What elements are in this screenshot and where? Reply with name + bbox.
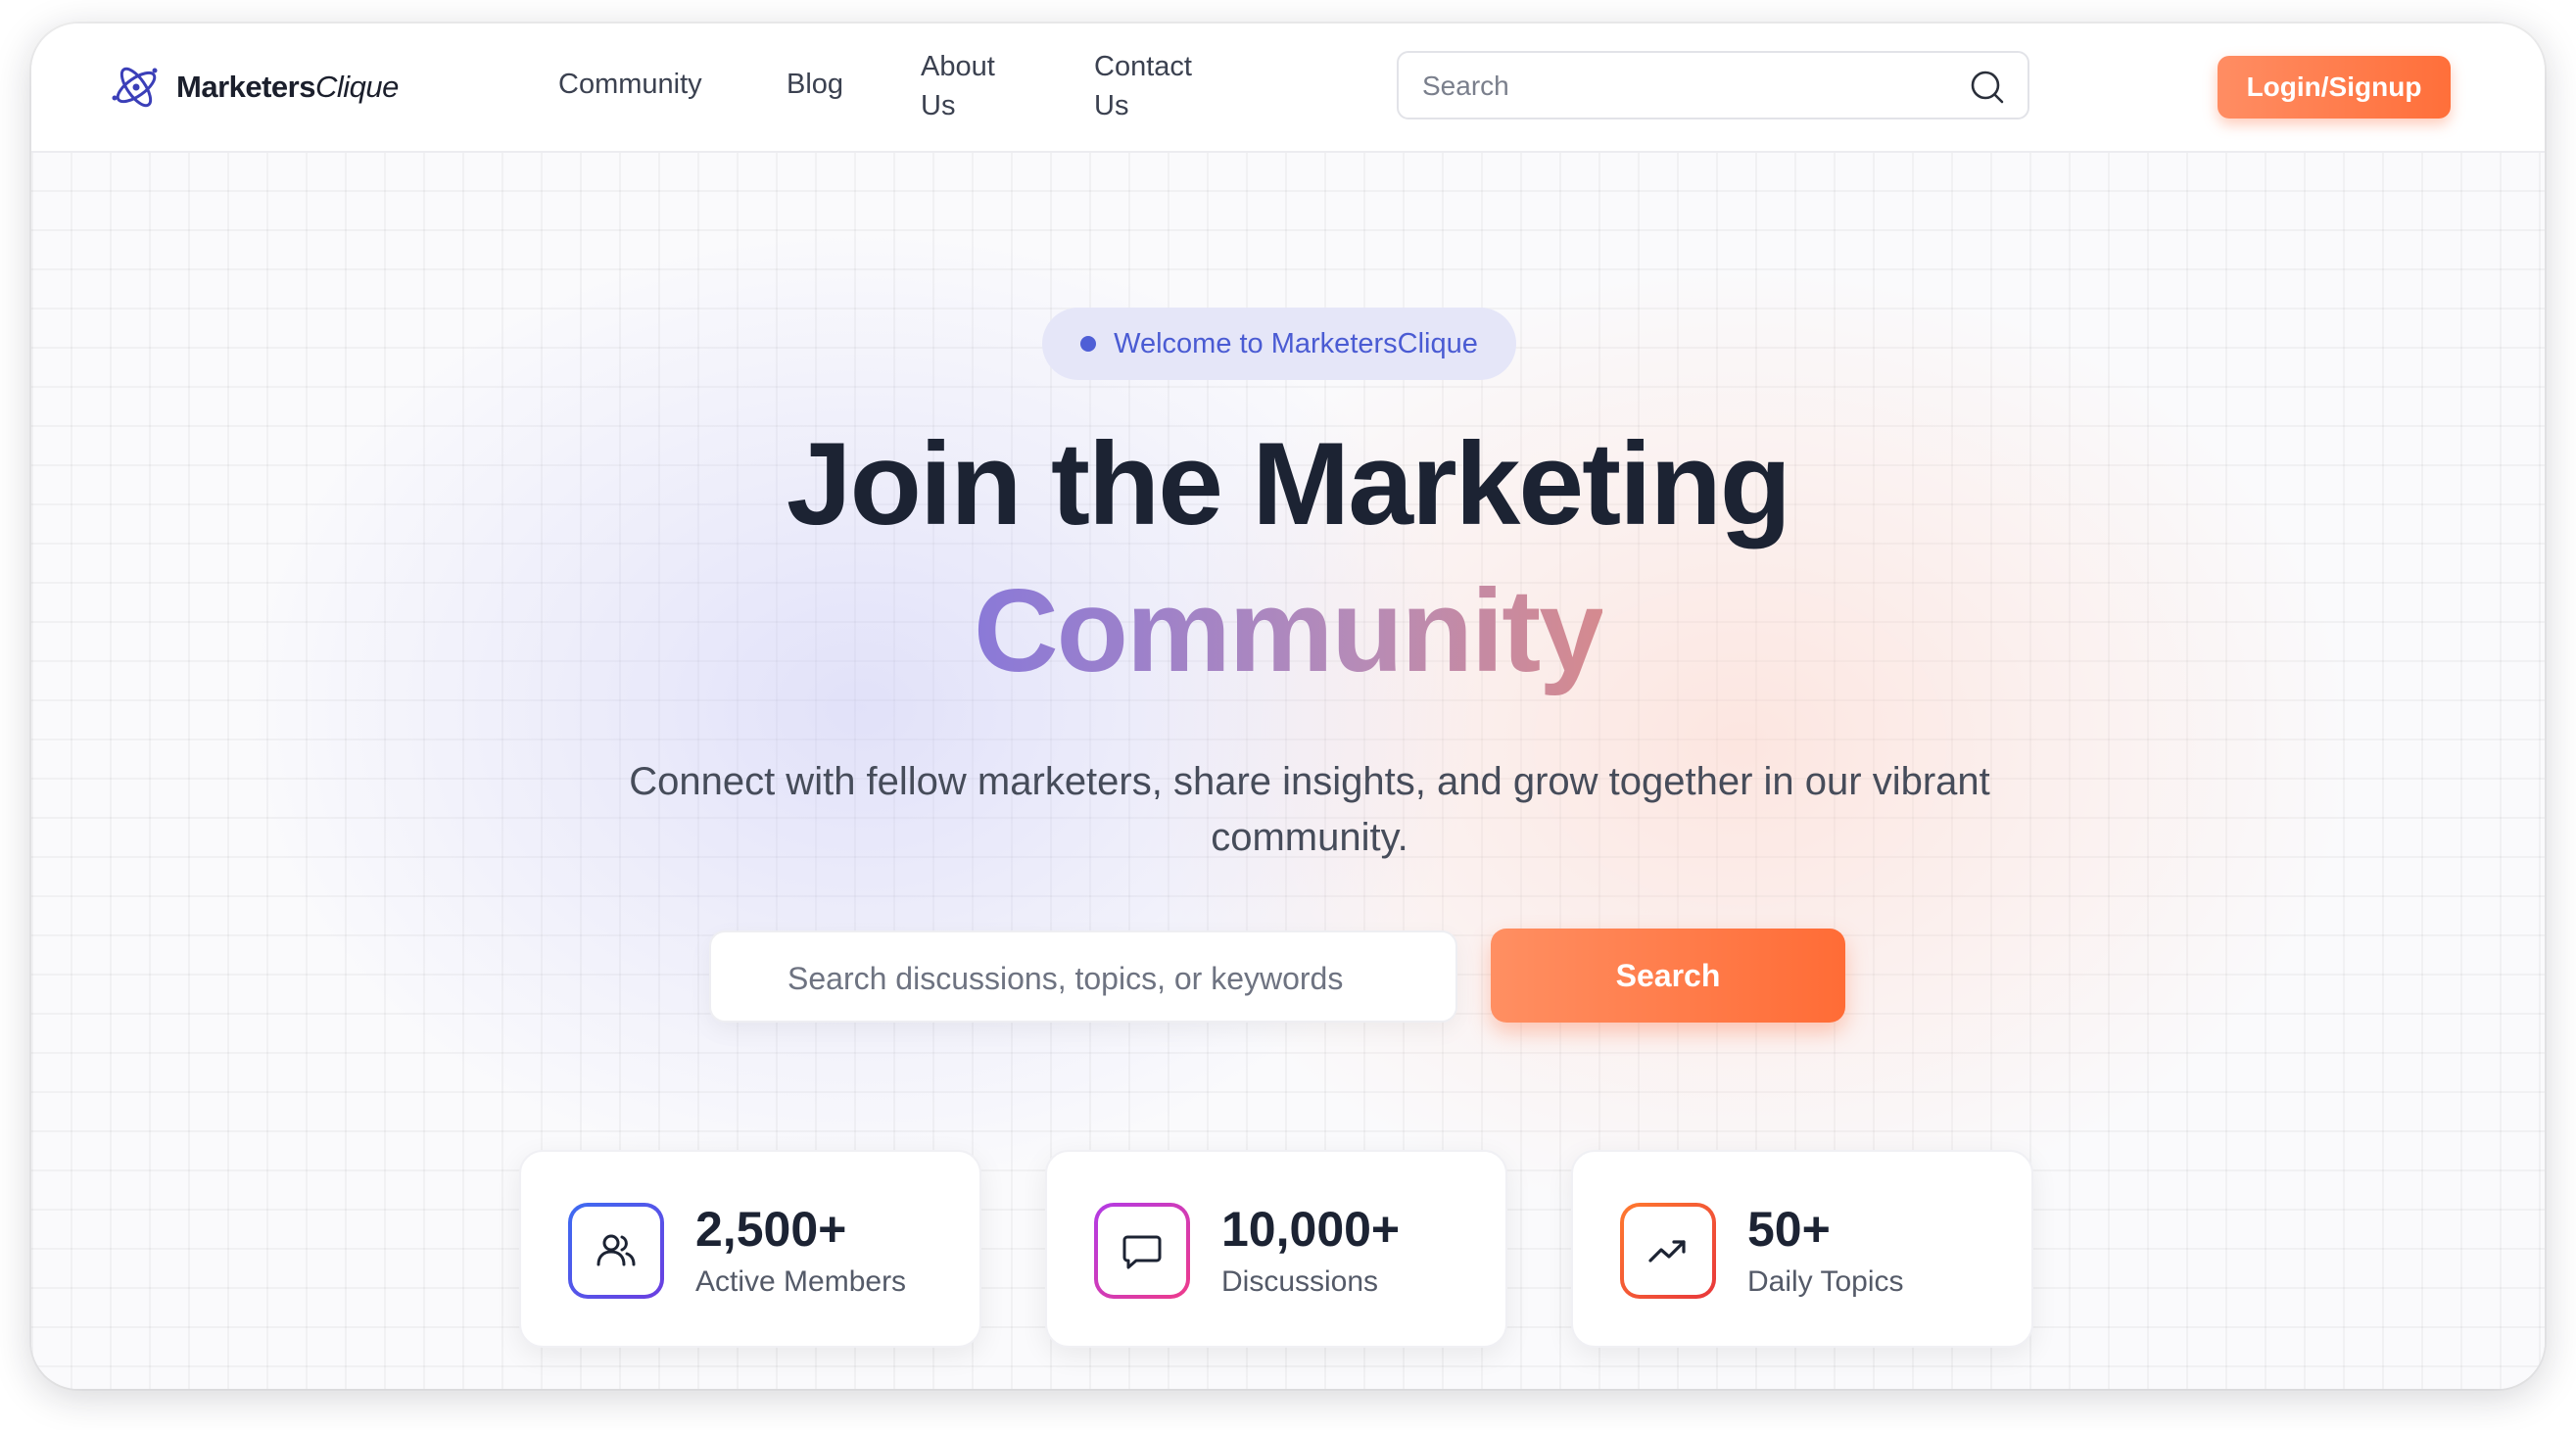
brand-name: MarketersClique (176, 70, 399, 104)
stat-label: Discussions (1221, 1265, 1379, 1298)
brand-logo[interactable]: MarketersClique (108, 59, 399, 116)
nav-blog[interactable]: Blog (787, 65, 843, 104)
hero-search-box (709, 930, 1457, 1023)
stat-value: 10,000+ (1221, 1202, 1401, 1257)
hero-subtitle: Connect with fellow marketers, share ins… (629, 760, 1990, 859)
chat-bubble-icon (1122, 1235, 1162, 1269)
stat-value: 50+ (1747, 1202, 1831, 1257)
hero-search-input[interactable] (786, 954, 1416, 1003)
header-search-box (1397, 51, 2029, 119)
browser-window: MarketersClique Community Blog About Us … (31, 24, 2545, 1389)
badge-dot-icon (1080, 336, 1097, 352)
orbit-logo-icon (112, 67, 158, 108)
stat-label: Active Members (695, 1265, 907, 1298)
welcome-badge: Welcome to MarketersClique (1042, 308, 1516, 380)
users-icon (596, 1234, 636, 1266)
nav-community[interactable]: Community (558, 65, 702, 104)
search-icon[interactable] (1969, 69, 2006, 106)
stat-card-topics: 50+ Daily Topics (1571, 1150, 2033, 1348)
site-header: MarketersClique Community Blog About Us … (31, 24, 2545, 153)
trending-up-icon (1648, 1240, 1686, 1263)
stat-card-members: 2,500+ Active Members (519, 1150, 981, 1348)
nav-contact-us[interactable]: Contact Us (1094, 47, 1221, 125)
badge-text: Welcome to MarketersClique (1114, 327, 1478, 359)
hero-headline-accent: Community (974, 565, 1604, 696)
stat-card-discussions: 10,000+ Discussions (1045, 1150, 1507, 1348)
nav-about-us[interactable]: About Us (921, 47, 1028, 125)
header-search-input[interactable] (1420, 65, 1953, 108)
hero-search-button[interactable]: Search (1491, 929, 1845, 1023)
stat-value: 2,500+ (695, 1202, 847, 1257)
stat-label: Daily Topics (1747, 1265, 1904, 1298)
login-signup-button[interactable]: Login/Signup (2218, 56, 2451, 119)
hero-headline: Join the Marketing (786, 418, 1791, 549)
